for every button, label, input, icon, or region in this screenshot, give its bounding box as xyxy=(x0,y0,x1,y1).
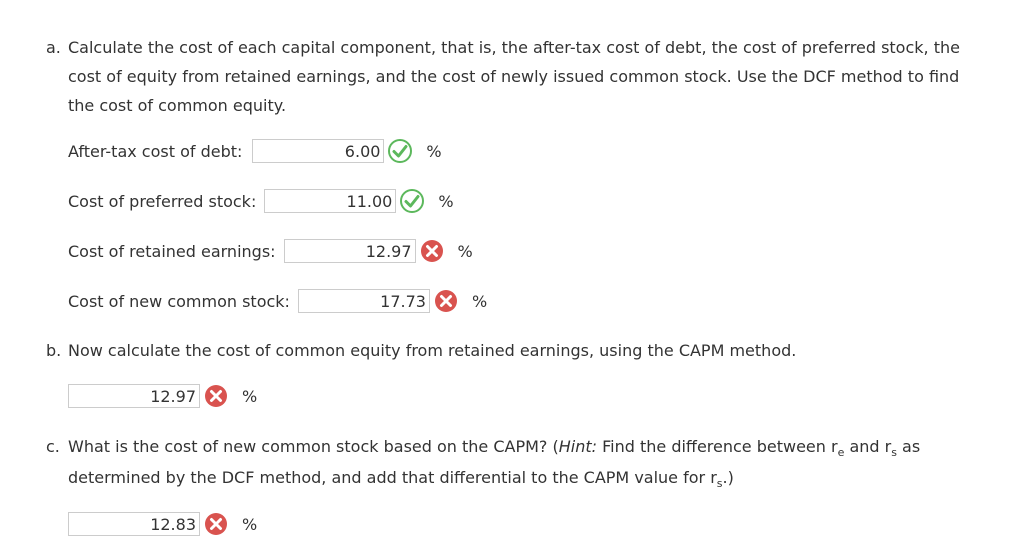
part-c-hint-label: Hint: xyxy=(558,437,598,456)
part-c-line2-a: determined by the DCF method, and add th… xyxy=(68,468,717,487)
after-tax-debt-input[interactable] xyxy=(252,139,385,163)
new-common-stock-row: Cost of new common stock: % xyxy=(68,288,487,314)
incorrect-x-icon xyxy=(434,289,458,313)
preferred-stock-label: Cost of preferred stock: xyxy=(68,191,257,211)
part-b-label: b. xyxy=(46,341,62,360)
incorrect-x-icon xyxy=(204,384,228,408)
part-a-label: a. xyxy=(46,38,61,57)
new-common-stock-input[interactable] xyxy=(297,289,430,313)
after-tax-debt-row: After-tax cost of debt: % xyxy=(68,138,442,164)
capm-retained-earnings-row: % xyxy=(68,383,257,409)
part-c-label: c. xyxy=(46,437,60,456)
after-tax-debt-label: After-tax cost of debt: xyxy=(68,141,243,161)
capm-retained-earnings-input[interactable] xyxy=(68,384,200,408)
preferred-stock-unit: % xyxy=(438,191,454,211)
part-a-text-line2: cost of equity from retained earnings, a… xyxy=(68,67,960,86)
new-common-stock-label: Cost of new common stock: xyxy=(68,291,290,311)
incorrect-x-icon xyxy=(420,239,444,263)
part-c-text-a: What is the cost of new common stock bas… xyxy=(68,437,559,456)
part-a-text-line3: the cost of common equity. xyxy=(68,96,287,115)
part-c-question: c. What is the cost of new common stock b… xyxy=(46,431,1006,493)
capm-new-common-unit: % xyxy=(242,514,258,534)
capm-new-common-row: % xyxy=(68,511,257,537)
correct-check-icon xyxy=(388,139,413,163)
part-c-line2-b: .) xyxy=(722,468,734,487)
part-a-question: a. Calculate the cost of each capital com… xyxy=(46,33,1006,120)
correct-check-icon xyxy=(400,189,425,213)
retained-earnings-row: Cost of retained earnings: % xyxy=(68,238,473,264)
part-b-text: Now calculate the cost of common equity … xyxy=(68,341,797,360)
part-c-text-d: as xyxy=(896,437,921,456)
part-c-text-c: and r xyxy=(844,437,892,456)
incorrect-x-icon xyxy=(204,512,228,536)
preferred-stock-input[interactable] xyxy=(264,189,397,213)
after-tax-debt-unit: % xyxy=(426,141,442,161)
retained-earnings-unit: % xyxy=(457,241,473,261)
new-common-stock-unit: % xyxy=(471,291,488,311)
capm-new-common-input[interactable] xyxy=(68,512,200,536)
retained-earnings-label: Cost of retained earnings: xyxy=(68,241,276,261)
part-a-text-line1: Calculate the cost of each capital compo… xyxy=(68,38,960,57)
preferred-stock-row: Cost of preferred stock: % xyxy=(68,188,454,214)
retained-earnings-input[interactable] xyxy=(283,239,416,263)
capm-retained-earnings-unit: % xyxy=(242,386,258,406)
part-c-text-b: Find the difference between r xyxy=(597,437,838,456)
part-b-question: b. Now calculate the cost of common equit… xyxy=(46,336,1006,365)
